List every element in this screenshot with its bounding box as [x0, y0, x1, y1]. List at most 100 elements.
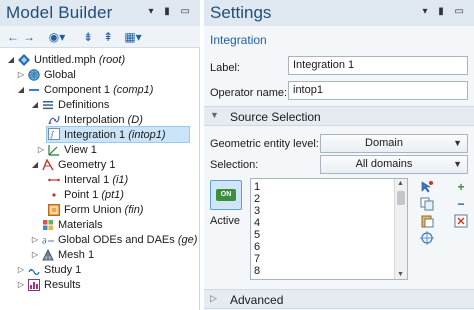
model-builder-pane: Model Builder ▾ ▮ ▭ ← → ◉▾ ⇟ ⇞ ▦▾ ◢ Unti… — [0, 0, 200, 310]
tree-item-label: Integration 1 — [64, 129, 126, 141]
tree-item-label: Global ODEs and DAEs — [58, 234, 175, 246]
list-item[interactable]: 1 — [254, 181, 260, 193]
settings-header: Settings ▾ ▮ ▭ — [204, 0, 474, 26]
section-title: Source Selection — [230, 110, 321, 124]
show-menu-icon[interactable]: ◉▾ — [46, 29, 68, 45]
label-field-label: Label: — [210, 62, 240, 74]
list-item[interactable]: 6 — [254, 241, 260, 253]
definitions-icon — [43, 101, 53, 110]
study-icon — [28, 268, 40, 276]
tree-item-label: Study 1 — [44, 264, 82, 276]
collapsed-triangle-icon[interactable]: ▷ — [36, 142, 46, 158]
on-toggle-icon: ON — [216, 189, 236, 201]
section-expanded-icon: ▼ — [210, 110, 219, 120]
expand-all-icon[interactable]: ⇟ — [80, 29, 96, 45]
model-file-icon — [18, 54, 30, 66]
results-icon — [28, 279, 40, 291]
tree-item-tag: (i1) — [112, 174, 129, 186]
list-scrollbar[interactable]: ▲ ▼ — [394, 179, 407, 279]
section-collapsed-icon: ▷ — [210, 293, 217, 303]
view-icon — [48, 145, 59, 156]
scroll-up-icon[interactable]: ▲ — [397, 180, 404, 187]
svg-text:∂: ∂ — [42, 237, 47, 246]
collapsed-triangle-icon[interactable]: ▷ — [16, 67, 26, 83]
selection-dropdown[interactable]: All domains ▼ — [320, 155, 468, 174]
section-title: Advanced — [230, 293, 284, 307]
source-selection-section[interactable]: ▼ Source Selection — [204, 106, 474, 126]
tree-item-tag: (ge) — [177, 234, 198, 246]
add-icon[interactable]: + — [454, 180, 468, 194]
expand-triangle-icon[interactable]: ◢ — [30, 157, 40, 173]
list-item[interactable]: 8 — [254, 265, 260, 277]
geometric-level-dropdown[interactable]: Domain ▼ — [320, 134, 468, 153]
forward-arrow-icon[interactable]: → — [22, 29, 36, 45]
model-builder-title: Model Builder — [6, 3, 113, 22]
tree-item-integration-selected[interactable]: ∫ Integration 1 (intop1) — [46, 126, 190, 143]
collapsed-triangle-icon[interactable]: ▷ — [16, 277, 26, 293]
scroll-down-icon[interactable]: ▼ — [397, 271, 404, 278]
form-union-icon — [48, 204, 60, 216]
list-item[interactable]: 5 — [254, 229, 260, 241]
globe-icon — [28, 69, 40, 81]
tree-item-label: Point 1 — [64, 189, 99, 201]
tree-item-tag: (comp1) — [113, 84, 154, 96]
zoom-selection-icon[interactable] — [420, 231, 434, 245]
expand-triangle-icon[interactable]: ◢ — [30, 97, 40, 113]
tree-item-label: Global — [44, 69, 76, 81]
collapsed-triangle-icon[interactable]: ▷ — [16, 262, 26, 278]
scroll-thumb[interactable] — [397, 191, 405, 205]
interval-icon — [48, 178, 60, 182]
select-cursor-icon[interactable] — [420, 180, 434, 194]
list-item[interactable]: 7 — [254, 253, 260, 265]
chevron-down-icon: ▼ — [453, 138, 462, 148]
settings-menu-icon[interactable]: ▦▾ — [122, 29, 144, 45]
tree-item-label: Results — [44, 279, 81, 291]
clear-selection-icon[interactable] — [454, 214, 468, 228]
model-builder-header: Model Builder ▾ ▮ ▭ — [0, 0, 200, 26]
tree-item-label: Definitions — [58, 99, 110, 111]
chevron-down-icon: ▼ — [453, 159, 462, 169]
selection-label: Selection: — [210, 159, 259, 171]
operator-name-label: Operator name: — [210, 87, 288, 99]
model-builder-toolbar: ← → ◉▾ ⇟ ⇞ ▦▾ — [0, 26, 200, 48]
remove-icon[interactable]: − — [454, 197, 468, 211]
tree-item-label: Interval 1 — [64, 174, 110, 186]
collapse-all-icon[interactable]: ⇞ — [100, 29, 116, 45]
point-icon — [52, 193, 56, 197]
component-icon — [29, 89, 39, 91]
back-arrow-icon[interactable]: ← — [6, 29, 20, 45]
label-input[interactable]: Integration 1 — [288, 56, 468, 75]
collapsed-triangle-icon[interactable]: ▷ — [30, 232, 40, 248]
dropdown-value: Domain — [365, 137, 403, 149]
active-label: Active — [210, 215, 240, 227]
collapsed-triangle-icon[interactable]: ▷ — [30, 247, 40, 263]
window-controls[interactable]: ▾ ▮ ▭ — [148, 6, 194, 17]
tree-item-label: View 1 — [64, 144, 97, 156]
paste-icon[interactable] — [420, 214, 434, 228]
advanced-section[interactable]: ▷ Advanced — [204, 289, 474, 309]
operator-name-input[interactable]: intop1 — [288, 81, 468, 100]
expand-triangle-icon[interactable]: ◢ — [6, 52, 16, 68]
list-item[interactable]: 3 — [254, 205, 260, 217]
list-item[interactable]: 4 — [254, 217, 260, 229]
expand-triangle-icon[interactable]: ◢ — [16, 82, 26, 98]
tree-item-tag: (intop1) — [128, 129, 166, 141]
interpolation-icon — [48, 115, 60, 125]
tree-item-tag: (D) — [127, 114, 143, 126]
tree-item-tag: (root) — [98, 54, 126, 66]
settings-subtitle: Integration — [210, 33, 267, 47]
geometry-icon — [42, 159, 54, 171]
tree-item-tag: (pt1) — [101, 189, 124, 201]
domain-selection-list[interactable]: 1 2 3 4 5 6 7 8 ▲ ▼ — [250, 178, 408, 280]
materials-icon — [43, 220, 53, 230]
active-toggle-button[interactable]: ON — [210, 180, 242, 210]
list-item[interactable]: 2 — [254, 193, 260, 205]
mesh-icon — [42, 249, 54, 261]
tree-item-label: Untitled.mph — [34, 54, 96, 66]
window-controls[interactable]: ▾ ▮ ▭ — [422, 6, 468, 17]
copy-icon[interactable] — [420, 197, 434, 211]
tree-item-label: Component 1 — [44, 84, 111, 96]
integration-icon: ∫ — [48, 128, 60, 140]
tree-item-label: Materials — [58, 219, 103, 231]
dropdown-value: All domains — [355, 158, 413, 170]
